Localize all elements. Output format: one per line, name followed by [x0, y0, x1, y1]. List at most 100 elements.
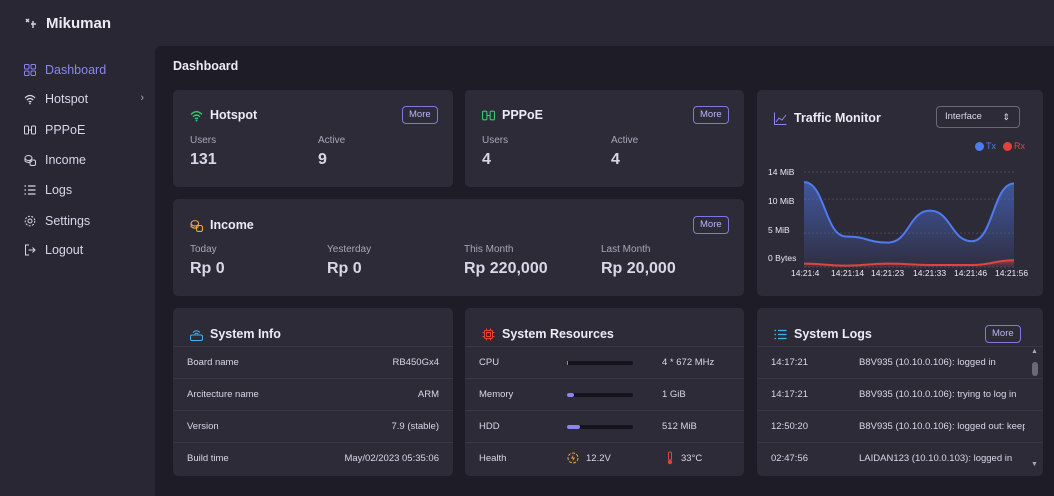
interface-select[interactable]: Interface ⇕ — [936, 106, 1020, 128]
info-row: Version 7.9 (stable) — [173, 410, 453, 442]
main-content: Dashboard Hotspot More Users 131 Active … — [155, 46, 1054, 496]
voltage-value: 12.2V — [586, 453, 611, 464]
y-tick-label: 14 MiB — [768, 167, 795, 177]
chevron-updown-icon: ⇕ — [1002, 112, 1010, 122]
system-resources-title-text: System Resources — [502, 327, 614, 341]
coins-icon — [24, 155, 36, 166]
resource-label: Memory — [479, 389, 514, 400]
pppoe-active-value: 4 — [611, 151, 620, 168]
legend-tx-label: Tx — [986, 141, 996, 151]
series-area-tx — [804, 182, 1014, 267]
income-this-month-label: This Month — [464, 244, 514, 255]
resource-value: 1 GiB — [662, 389, 686, 400]
log-message: B8V935 (10.10.0.106): logged in — [859, 357, 996, 368]
log-row: 14:17:21 B8V935 (10.10.0.106): logged in — [757, 346, 1043, 378]
voltage-icon — [567, 452, 579, 464]
hotspot-active-label: Active — [318, 135, 346, 146]
hotspot-users-value: 131 — [190, 151, 217, 168]
log-time: 14:17:21 — [771, 357, 808, 368]
y-tick-label: 10 MiB — [768, 196, 795, 206]
chevron-right-icon: › — [140, 92, 144, 104]
sidebar-item-settings[interactable]: Settings — [24, 211, 144, 231]
traffic-chart — [804, 171, 1014, 268]
system-info-title: System Info — [190, 327, 281, 341]
resource-label: Health — [479, 453, 507, 464]
info-row: Arcitecture name ARM — [173, 378, 453, 410]
sidebar-item-pppoe[interactable]: PPPoE — [24, 120, 144, 140]
scroll-up-arrow-icon[interactable]: ▲ — [1031, 348, 1038, 355]
log-row: 12:50:20 B8V935 (10.10.0.106): logged ou… — [757, 410, 1043, 442]
info-row: Board name RB450Gx4 — [173, 346, 453, 378]
system-logs-title: System Logs — [774, 327, 872, 341]
hdd-usage-fill — [567, 425, 581, 429]
traffic-monitor-card: Traffic Monitor Interface ⇕ Tx Rx 14 MiB… — [757, 90, 1043, 296]
legend-tx[interactable]: Tx — [975, 141, 996, 151]
resource-row-memory: Memory 1 GiB — [465, 378, 744, 410]
resource-row-cpu: CPU 4 * 672 MHz — [465, 346, 744, 378]
system-logs-card: System Logs More 14:17:21 B8V935 (10.10.… — [757, 308, 1043, 476]
logs-scrollbar[interactable]: ▲ ▼ — [1031, 348, 1039, 468]
cpu-usage-bar — [567, 361, 633, 365]
pppoe-title-text: PPPoE — [502, 108, 543, 122]
app-title: Mikuman — [46, 14, 112, 32]
income-title-text: Income — [210, 218, 254, 232]
income-this-month-value: Rp 220,000 — [464, 260, 548, 277]
y-tick-label: 5 MiB — [768, 225, 790, 235]
top-bar: Mikuman — [0, 0, 1054, 46]
hotspot-users-label: Users — [190, 135, 217, 146]
logs-more-button[interactable]: More — [985, 325, 1021, 343]
system-resources-title: System Resources — [482, 327, 614, 341]
resource-row-health: Health 12.2V 33°C — [465, 442, 744, 474]
income-card-title: Income — [190, 218, 254, 232]
sidebar-item-income[interactable]: Income — [24, 150, 144, 170]
sidebar-item-logs[interactable]: Logs — [24, 180, 144, 200]
info-row-label: Arcitecture name — [187, 389, 259, 400]
legend-rx-swatch — [1003, 141, 1012, 151]
pppoe-icon — [482, 110, 495, 120]
scrollbar-thumb[interactable] — [1032, 362, 1038, 376]
x-tick-label: 14:21:4 — [791, 268, 820, 278]
x-tick-label: 14:21:14 — [831, 268, 865, 278]
chart-icon — [774, 112, 787, 125]
sidebar-item-hotspot[interactable]: Hotspot › — [24, 89, 144, 109]
memory-usage-bar — [567, 393, 633, 397]
hotspot-card: Hotspot More Users 131 Active 9 — [173, 90, 453, 187]
system-resources-card: System Resources CPU 4 * 672 MHz Memory … — [465, 308, 744, 476]
info-row-label: Version — [187, 421, 219, 432]
coins-icon — [190, 219, 203, 232]
pppoe-active-label: Active — [611, 135, 639, 146]
income-last-month-label: Last Month — [601, 244, 651, 255]
income-more-button[interactable]: More — [693, 216, 729, 234]
logout-icon — [25, 244, 36, 256]
wifi-icon — [190, 110, 203, 121]
hotspot-more-button[interactable]: More — [402, 106, 438, 124]
pppoe-card: PPPoE More Users 4 Active 4 — [465, 90, 744, 187]
sidebar-item-logout[interactable]: Logout — [24, 240, 144, 260]
income-yesterday-value: Rp 0 — [327, 260, 362, 277]
sidebar-item-label: Logout — [45, 243, 84, 257]
sidebar-item-label: Dashboard — [45, 63, 107, 77]
hdd-usage-bar — [567, 425, 633, 429]
system-logs-title-text: System Logs — [794, 327, 872, 341]
log-message: B8V935 (10.10.0.106): logged out: keepal… — [859, 421, 1025, 432]
log-row: 14:17:21 B8V935 (10.10.0.106): trying to… — [757, 378, 1043, 410]
pppoe-users-value: 4 — [482, 151, 491, 168]
info-row-value: RB450Gx4 — [392, 357, 439, 368]
legend-rx[interactable]: Rx — [1003, 141, 1025, 151]
sidebar-item-label: Logs — [45, 183, 73, 197]
list-icon — [774, 329, 787, 339]
temperature-value: 33°C — [681, 453, 703, 464]
resource-label: HDD — [479, 421, 500, 432]
x-tick-label: 14:21:46 — [954, 268, 988, 278]
log-message: B8V935 (10.10.0.106): trying to log in — [859, 389, 1017, 400]
traffic-card-title: Traffic Monitor — [774, 111, 881, 125]
x-tick-label: 14:21:33 — [913, 268, 947, 278]
sidebar-item-dashboard[interactable]: Dashboard — [24, 60, 144, 80]
pppoe-users-label: Users — [482, 135, 509, 146]
resource-label: CPU — [479, 357, 500, 368]
scroll-down-arrow-icon[interactable]: ▼ — [1031, 461, 1038, 468]
gear-icon — [24, 215, 36, 227]
cpu-usage-fill — [567, 361, 569, 365]
logo-icon — [24, 16, 38, 30]
pppoe-more-button[interactable]: More — [693, 106, 729, 124]
